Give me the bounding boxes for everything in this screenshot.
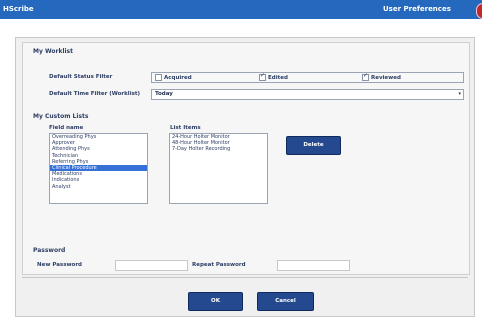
- list-items-header: List Items: [170, 125, 201, 131]
- reviewed-label: Reviewed: [371, 74, 401, 81]
- list-item[interactable]: 7-Day Holter Recording: [170, 146, 267, 152]
- edited-label: Edited: [268, 74, 288, 81]
- time-filter-value: Today: [155, 91, 173, 97]
- new-password-label: New Password: [37, 262, 82, 268]
- password-section-title: Password: [33, 247, 66, 254]
- reviewed-checkbox-box[interactable]: [362, 72, 369, 81]
- worklist-section-title: My Worklist: [33, 48, 73, 55]
- repeat-password-label: Repeat Password: [192, 262, 246, 268]
- status-filter-group: [151, 72, 464, 83]
- footer-divider: [22, 277, 468, 278]
- reviewed-checkbox[interactable]: Reviewed: [362, 72, 401, 81]
- custom-lists-section-title: My Custom Lists: [33, 113, 89, 120]
- title-bar: HScribe User Preferences: [0, 0, 482, 19]
- chevron-down-icon: ▾: [458, 91, 461, 97]
- new-password-input[interactable]: [115, 260, 188, 271]
- status-filter-label: Default Status Filter: [49, 74, 113, 80]
- field-name-item[interactable]: Analyst: [50, 184, 147, 190]
- edited-checkbox-box[interactable]: [259, 72, 266, 81]
- repeat-password-input[interactable]: [277, 260, 350, 271]
- app-name: HScribe: [3, 5, 34, 13]
- time-filter-select[interactable]: Today ▾: [151, 89, 464, 100]
- close-icon[interactable]: [476, 3, 482, 19]
- delete-button[interactable]: Delete: [286, 136, 341, 155]
- acquired-checkbox-box[interactable]: [155, 74, 162, 81]
- field-name-header: Field name: [49, 125, 84, 131]
- field-name-list[interactable]: Overreading Phys Approver Attending Phys…: [49, 133, 148, 204]
- cancel-button[interactable]: Cancel: [257, 292, 314, 311]
- edited-checkbox[interactable]: Edited: [259, 72, 288, 81]
- window-title: User Preferences: [383, 5, 451, 13]
- acquired-checkbox[interactable]: Acquired: [155, 74, 192, 81]
- acquired-label: Acquired: [164, 74, 192, 81]
- list-items-list[interactable]: 24-Hour Holter Monitor 48-Hour Holter Mo…: [169, 133, 268, 204]
- ok-button[interactable]: OK: [188, 292, 243, 311]
- time-filter-label: Default Time Filter (Worklist): [49, 91, 140, 97]
